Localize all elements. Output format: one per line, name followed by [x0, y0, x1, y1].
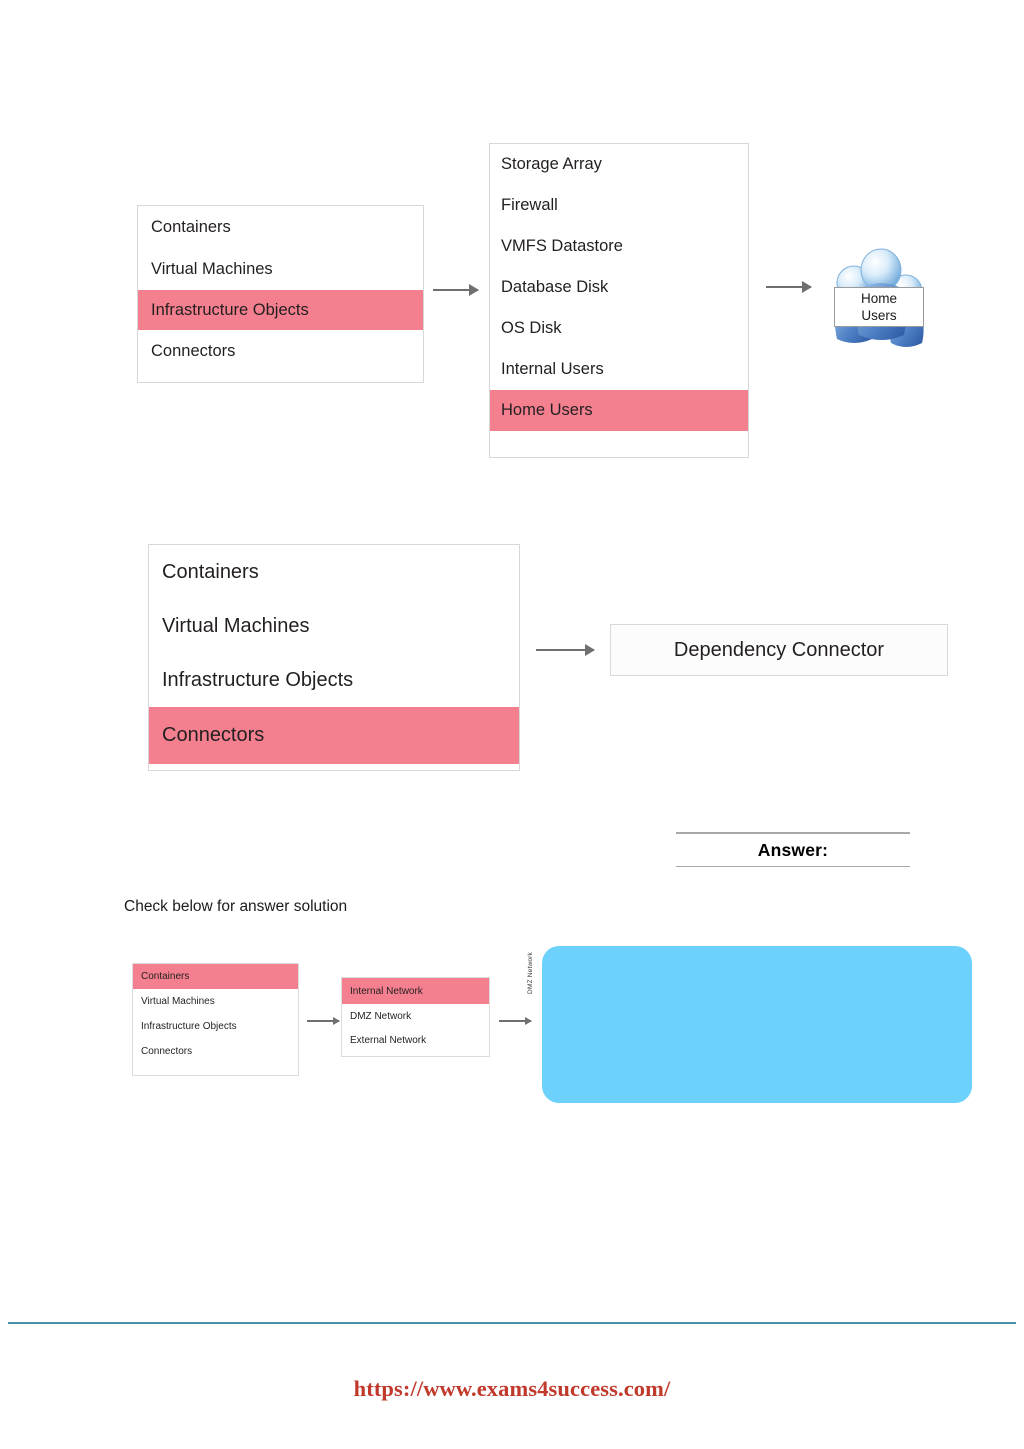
- answer-label: Answer:: [757, 839, 829, 860]
- list-item-label: Connectors: [162, 724, 265, 746]
- answer-rule-bottom: [676, 865, 910, 867]
- list-item[interactable]: Infrastructure Objects: [149, 653, 519, 707]
- footer-divider: [8, 1322, 1016, 1324]
- list-item-label: Containers: [151, 217, 231, 236]
- list-item-label: Connectors: [141, 1046, 193, 1057]
- list-item[interactable]: DMZ Network: [342, 1004, 489, 1028]
- dependency-connector-box[interactable]: Dependency Connector: [610, 624, 948, 676]
- answer-middle-list[interactable]: Internal Network DMZ Network External Ne…: [341, 977, 490, 1057]
- list-item-label: Containers: [162, 560, 259, 583]
- list-item-label: Storage Array: [501, 155, 602, 173]
- list-item-label: OS Disk: [501, 319, 562, 337]
- list-item-label: Infrastructure Objects: [151, 300, 309, 319]
- arrow-right-icon: [433, 289, 478, 291]
- list-item-selected[interactable]: Infrastructure Objects: [138, 290, 423, 330]
- dmz-network-side-label: DMZ Network: [527, 952, 534, 994]
- q1-middle-list[interactable]: Storage Array Firewall VMFS Datastore Da…: [489, 143, 749, 458]
- arrow-right-icon: [307, 1020, 339, 1022]
- check-below-note: Check below for answer solution: [124, 898, 348, 915]
- list-item[interactable]: Storage Array: [490, 144, 748, 185]
- list-item-selected[interactable]: Home Users: [490, 390, 748, 431]
- list-item-label: DMZ Network: [350, 1010, 412, 1022]
- list-item[interactable]: OS Disk: [490, 308, 748, 349]
- list-item-selected[interactable]: Connectors: [149, 707, 519, 764]
- list-item-label: Containers: [141, 971, 190, 982]
- list-item[interactable]: Firewall: [490, 185, 748, 226]
- list-item-label: Home Users: [501, 401, 593, 419]
- list-item-label: Internal Users: [501, 360, 604, 378]
- home-users-label: Home Users: [834, 287, 924, 327]
- list-item-label: Firewall: [501, 196, 558, 214]
- arrow-right-icon: [766, 286, 811, 288]
- list-item-selected[interactable]: Internal Network: [342, 978, 489, 1004]
- list-item-label: VMFS Datastore: [501, 237, 623, 255]
- list-item[interactable]: Virtual Machines: [133, 989, 298, 1014]
- list-item-label: Infrastructure Objects: [162, 668, 354, 691]
- answer-source-list[interactable]: Containers Virtual Machines Infrastructu…: [132, 963, 299, 1076]
- q1-source-list[interactable]: Containers Virtual Machines Infrastructu…: [137, 205, 424, 383]
- home-users-label-line2: Users: [861, 308, 897, 323]
- list-item-label: Infrastructure Objects: [141, 1021, 237, 1032]
- list-item[interactable]: Containers: [138, 206, 423, 248]
- list-item-label: Connectors: [151, 341, 236, 360]
- list-item[interactable]: Connectors: [133, 1039, 298, 1064]
- list-item-label: Internal Network: [350, 985, 423, 997]
- list-item-label: Database Disk: [501, 278, 609, 296]
- list-item-label: External Network: [350, 1034, 427, 1046]
- footer-url[interactable]: https://www.exams4success.com/: [0, 1376, 1024, 1402]
- list-item-label: Virtual Machines: [151, 259, 273, 278]
- arrow-right-icon: [536, 649, 594, 651]
- list-item-label: Virtual Machines: [141, 996, 215, 1007]
- answer-header: Answer:: [676, 832, 910, 867]
- list-item[interactable]: VMFS Datastore: [490, 226, 748, 267]
- list-item[interactable]: Internal Users: [490, 349, 748, 390]
- list-item-selected[interactable]: Containers: [133, 964, 298, 989]
- list-item[interactable]: Virtual Machines: [149, 599, 519, 653]
- list-item[interactable]: Infrastructure Objects: [133, 1014, 298, 1039]
- q2-source-list[interactable]: Containers Virtual Machines Infrastructu…: [148, 544, 520, 771]
- list-item[interactable]: Connectors: [138, 330, 423, 372]
- answer-result-panel[interactable]: [542, 946, 972, 1103]
- dependency-connector-label: Dependency Connector: [673, 638, 885, 661]
- arrow-right-icon: [499, 1020, 531, 1022]
- list-item-label: Virtual Machines: [162, 614, 310, 637]
- list-item[interactable]: External Network: [342, 1028, 489, 1052]
- list-item[interactable]: Database Disk: [490, 267, 748, 308]
- list-item[interactable]: Containers: [149, 545, 519, 599]
- list-item[interactable]: Virtual Machines: [138, 248, 423, 290]
- home-users-label-line1: Home: [860, 291, 897, 306]
